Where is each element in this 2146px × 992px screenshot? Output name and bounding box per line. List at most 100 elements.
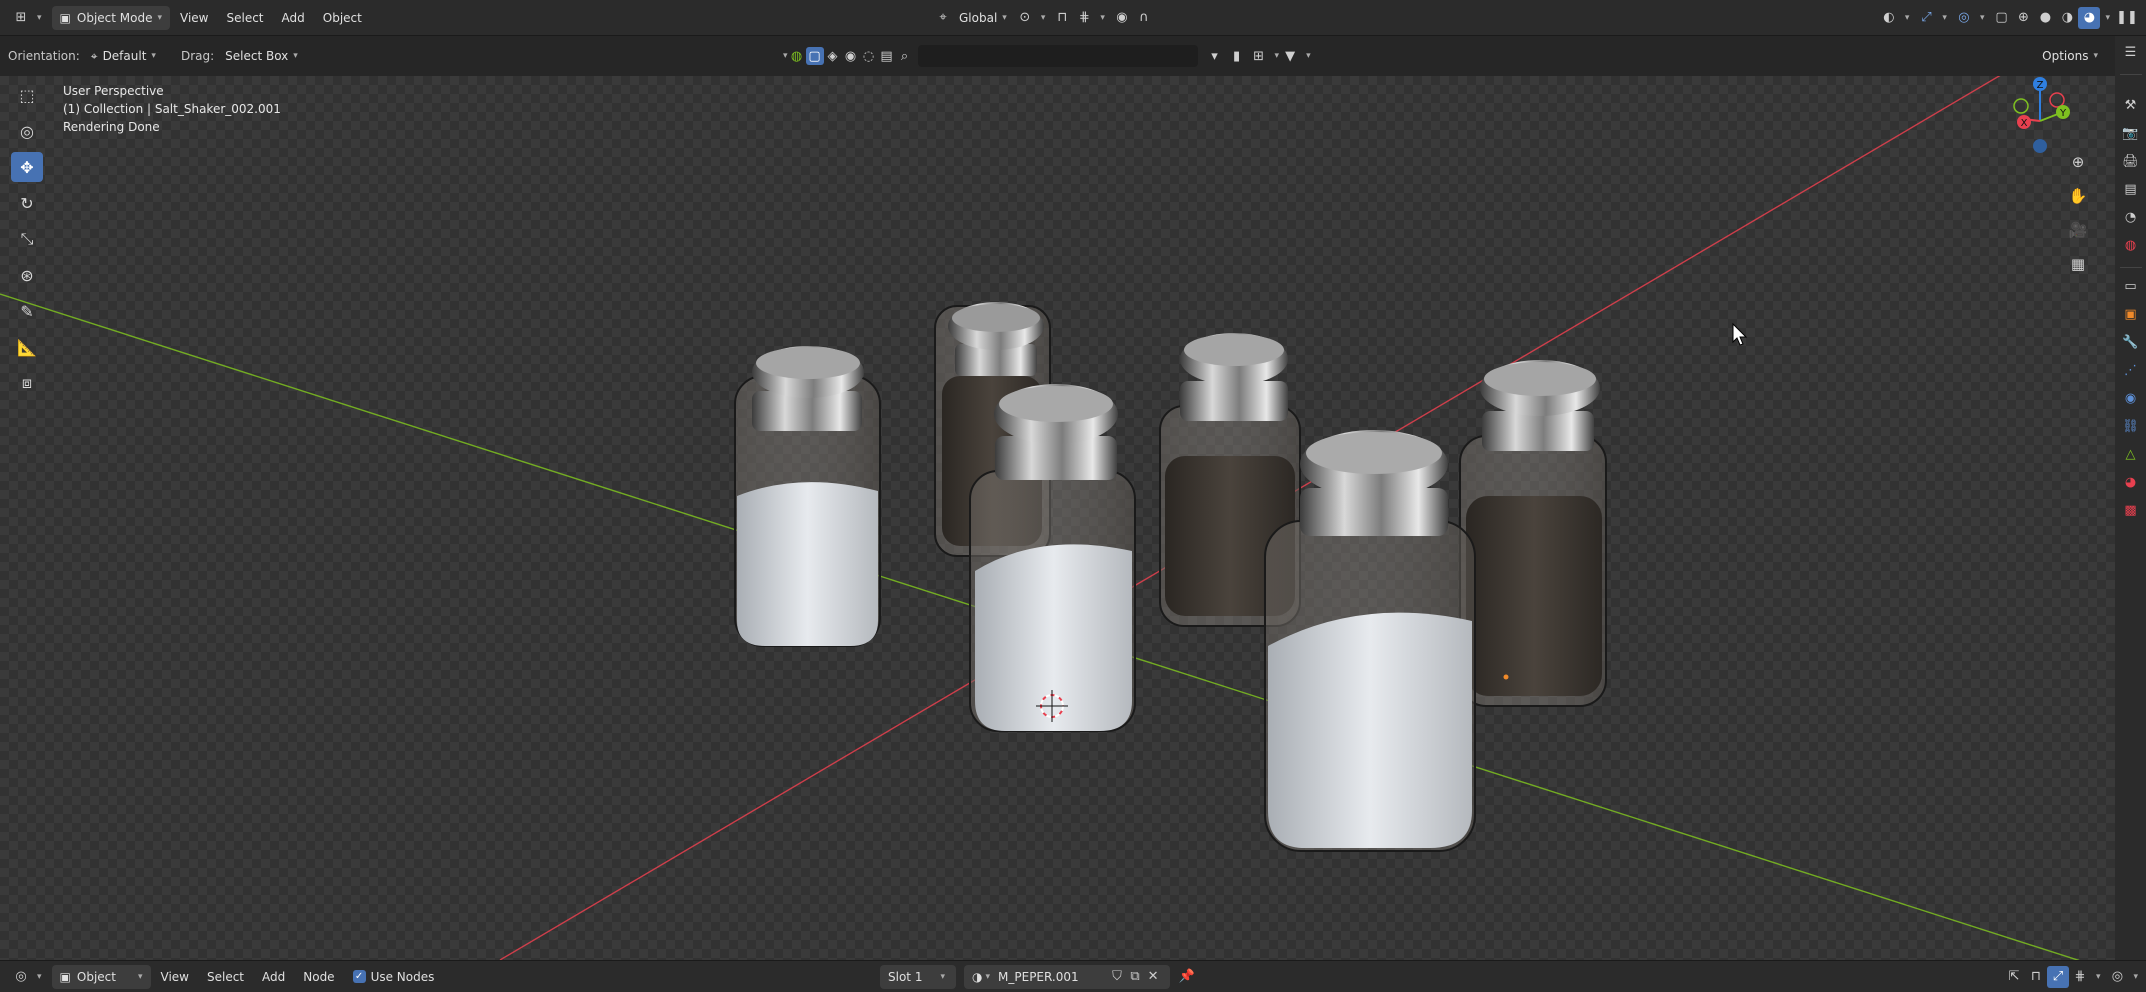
3d-viewport[interactable]: ⬚ ◎ ✥ ↻ ⤡ ⊛ ✎ 📐 ⧈ User Perspective (1) C… (0, 76, 2115, 960)
select-box-icon[interactable]: ⬚ (11, 80, 43, 110)
physics-icon[interactable]: ◉ (2119, 386, 2143, 410)
object-filter-icon[interactable]: ◍ (788, 45, 806, 67)
neg-z-axis-handle[interactable] (2033, 139, 2047, 153)
orientation-value: Default (102, 49, 147, 63)
snap-target-icon[interactable]: ⋕ (1073, 7, 1095, 29)
menu-select[interactable]: Select (218, 6, 271, 30)
menu-node[interactable]: Node (295, 965, 342, 989)
mode-selector[interactable]: ▣ Object Mode ▾ (51, 5, 170, 30)
slot-selector[interactable]: Slot 1 ▾ (880, 964, 956, 989)
select-filter-icon[interactable]: ▢ (805, 47, 824, 65)
world-icon[interactable]: ◍ (2119, 233, 2143, 257)
overlay-toggle-icon[interactable]: ◎ (2106, 966, 2128, 988)
snap-target-icon[interactable]: ⋕ (2069, 966, 2091, 988)
pan-hand-icon[interactable]: ✋ (2065, 183, 2091, 209)
light-filter-icon[interactable]: ◌ (860, 45, 878, 67)
editor-type-icon[interactable]: ☰ (2119, 40, 2143, 64)
rendered-shading-icon[interactable]: ◕ (2078, 6, 2101, 29)
proportional-edit-icon[interactable]: ◉ (1111, 7, 1133, 29)
overlay-toggle-icon[interactable]: ◎ (1953, 7, 1975, 29)
neg-x-axis-handle[interactable] (2049, 92, 2065, 108)
shader-type-selector[interactable]: ▣ Object ▾ (51, 964, 151, 989)
mesh-filter-icon[interactable]: ◈ (824, 45, 842, 67)
falloff-icon[interactable]: ∩ (1133, 7, 1155, 29)
menu-add[interactable]: Add (274, 6, 313, 30)
scene-render (0, 76, 2080, 960)
wireframe-shading-icon[interactable]: ⊕ (2012, 7, 2034, 29)
render-status: Rendering Done (63, 120, 160, 134)
annotate-icon[interactable]: ✎ (11, 296, 43, 326)
particles-icon[interactable]: ⋰ (2119, 358, 2143, 382)
editor-type-icon[interactable]: ⊞ (10, 7, 32, 29)
snapping-icon[interactable]: ⤢ (2046, 965, 2069, 988)
rotate-icon[interactable]: ↻ (11, 188, 43, 218)
bookmark-list-icon[interactable]: ▮ (1226, 45, 1248, 67)
pause-render-icon[interactable]: ❚❚ (2116, 7, 2138, 29)
material-sphere-icon: ◑ (972, 969, 983, 984)
perspective-grid-icon[interactable]: ▦ (2065, 251, 2091, 277)
fake-user-shield-icon[interactable]: ⛉ (1108, 966, 1126, 988)
transform-icon[interactable]: ⊛ (11, 260, 43, 290)
chevron-down-icon: ▾ (2105, 12, 2110, 23)
salt-shaker-left[interactable] (734, 346, 881, 647)
data-icon[interactable]: △ (2119, 442, 2143, 466)
search-input[interactable] (917, 45, 1198, 67)
editor-type-icon[interactable]: ◎ (10, 966, 32, 988)
pepper-shaker-right[interactable] (1459, 360, 1607, 707)
gizmo-toggle-icon[interactable]: ⤢ (1915, 7, 1937, 29)
collection-icon[interactable]: ▭ (2119, 274, 2143, 298)
menu-view[interactable]: View (172, 6, 216, 30)
chevron-down-icon: ▾ (157, 12, 162, 23)
duplicate-material-icon[interactable]: ⧉ (1126, 966, 1144, 988)
constraints-icon[interactable]: ⛓ (2119, 414, 2143, 438)
zoom-icon[interactable]: ⊕ (2065, 149, 2091, 175)
scene-icon[interactable]: ◔ (2119, 205, 2143, 229)
unlink-material-icon[interactable]: ✕ (1144, 966, 1162, 988)
camera-filter-icon[interactable]: ▤ (878, 45, 896, 67)
divider (2119, 267, 2142, 268)
menu-add[interactable]: Add (254, 965, 293, 989)
view-layer-icon[interactable]: ▤ (2119, 177, 2143, 201)
texture-icon[interactable]: ▩ (2119, 498, 2143, 522)
menu-view[interactable]: View (153, 965, 197, 989)
layout-icon[interactable]: ⊞ (1248, 45, 1270, 67)
object-icon[interactable]: ▣ (2119, 302, 2143, 326)
filter-icon[interactable]: ▼ (1279, 45, 1301, 67)
snap-icon[interactable]: ⊓ (1051, 7, 1073, 29)
xray-icon[interactable]: ▢ (1990, 7, 2012, 29)
render-icon[interactable]: 📷 (2119, 121, 2143, 145)
solid-shading-icon[interactable]: ● (2034, 7, 2056, 29)
tool-icon[interactable]: ⚒ (2119, 93, 2143, 117)
material-filter-icon[interactable]: ◉ (842, 45, 860, 67)
add-cube-icon[interactable]: ⧈ (11, 368, 43, 398)
cursor-icon[interactable]: ◎ (11, 116, 43, 146)
modifier-icon[interactable]: 🔧 (2119, 330, 2143, 354)
measure-icon[interactable]: 📐 (11, 332, 43, 362)
material-selector[interactable]: ◑ ▾ M_PEPER.001 ⛉ ⧉ ✕ (964, 964, 1171, 989)
use-nodes-checkbox[interactable]: ✓ Use Nodes (345, 965, 443, 989)
tool-settings-bar: Orientation: ⌖ Default ▾ Drag: Select Bo… (0, 36, 2115, 76)
parent-node-icon[interactable]: ⇱ (2003, 966, 2025, 988)
visibility-icon[interactable]: ◐ (1878, 7, 1900, 29)
slot-value: Slot 1 (888, 969, 923, 984)
menu-object[interactable]: Object (315, 6, 370, 30)
camera-view-icon[interactable]: 🎥 (2065, 217, 2091, 243)
pin-icon[interactable]: 📌 (1176, 966, 1198, 988)
menu-select[interactable]: Select (199, 965, 252, 989)
move-icon[interactable]: ✥ (11, 152, 43, 182)
orientation-selector[interactable]: Global ▾ (954, 6, 1012, 30)
drag-selector[interactable]: Select Box ▾ (220, 44, 303, 68)
pivot-icon[interactable]: ⊙ (1014, 7, 1036, 29)
snap-icon[interactable]: ⊓ (2025, 966, 2047, 988)
options-menu[interactable]: Options ▾ (2037, 44, 2103, 68)
output-icon[interactable]: 🖨 (2119, 149, 2143, 173)
drag-value: Select Box (225, 49, 289, 63)
material-shading-icon[interactable]: ◑ (2056, 7, 2078, 29)
chevron-down-icon: ▾ (783, 51, 788, 61)
material-icon[interactable]: ◕ (2119, 470, 2143, 494)
transform-orientation-selector[interactable]: ⌖ Default ▾ (86, 44, 161, 68)
neg-y-axis-handle[interactable] (2013, 98, 2029, 114)
viewport-display-controls: ◐ ▾ ⤢ ▾ ◎ ▾ ▢ ⊕ ● ◑ ◕ ▾ ❚❚ (1878, 6, 2138, 29)
bookmark-icon[interactable]: ▾ (1204, 45, 1226, 67)
scale-icon[interactable]: ⤡ (11, 224, 43, 254)
